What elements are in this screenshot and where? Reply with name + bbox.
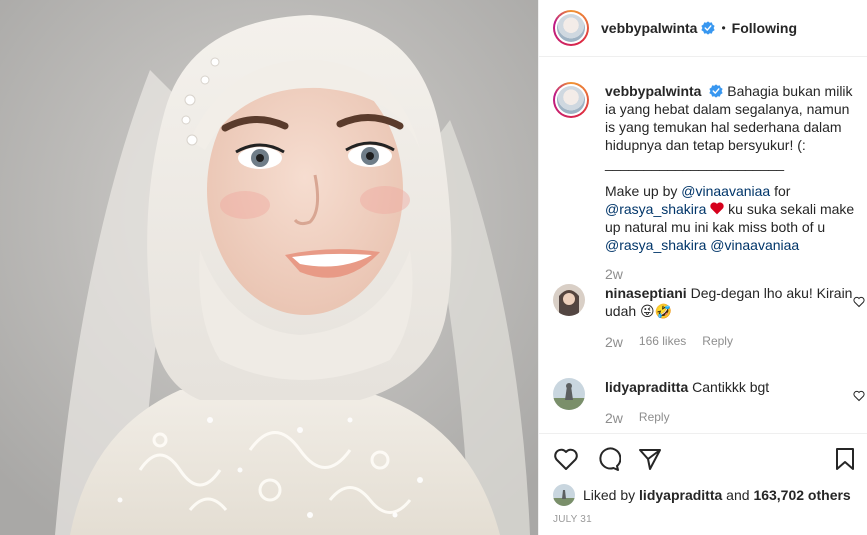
comment-meta: 2w 166 likes Reply (605, 334, 853, 350)
reply-button[interactable]: Reply (639, 410, 670, 426)
comment-username[interactable]: lidyapraditta (605, 379, 688, 395)
comment-item: lidyapraditta Cantikkk bgt 2w Reply (553, 378, 865, 426)
likes-text: Liked by lidyapraditta and 163,702 other… (583, 487, 851, 503)
verified-badge-icon (709, 84, 724, 98)
comment-body: ninaseptiani Deg-degan lho aku! Kirain u… (605, 284, 853, 320)
comment-text: Cantikkk bgt (692, 379, 770, 395)
likes-prefix: Liked by (583, 487, 640, 503)
mention-link[interactable]: @vinaavaniaa (710, 237, 799, 253)
post-photo[interactable] (0, 0, 538, 535)
comment-item: ninaseptiani Deg-degan lho aku! Kirain u… (553, 284, 865, 350)
caption-line-2: Make up by @vinaavaniaa for @rasya_shaki… (605, 182, 858, 254)
instagram-post: vebbypalwinta • Following vebbypalwinta (0, 0, 867, 535)
red-heart-emoji-icon (710, 202, 724, 215)
like-comment-heart-icon[interactable] (853, 296, 865, 308)
bookmark-icon[interactable] (832, 446, 858, 472)
post-actions: Liked by lidyapraditta and 163,702 other… (539, 433, 867, 535)
action-icons (553, 446, 663, 472)
post-side-panel: vebbypalwinta • Following vebbypalwinta (538, 0, 867, 535)
comment-timestamp[interactable]: 2w (605, 410, 623, 426)
caption-line2-mid: for (770, 183, 791, 199)
like-comment-heart-icon[interactable] (853, 390, 865, 402)
post-date[interactable]: JULY 31 (553, 514, 592, 525)
author-username[interactable]: vebbypalwinta (601, 20, 697, 36)
reply-button[interactable]: Reply (702, 334, 733, 350)
header-separator: • (721, 21, 726, 35)
liker-username[interactable]: lidyapraditta (639, 487, 722, 503)
comment-body: lidyapraditta Cantikkk bgt (605, 378, 853, 396)
comment-likes-count[interactable]: 166 likes (639, 334, 686, 350)
comment-icon[interactable] (595, 446, 621, 472)
comment-meta: 2w Reply (605, 410, 853, 426)
caption-text: vebbypalwinta Bahagia bukan milik ia yan… (605, 82, 858, 254)
heart-icon[interactable] (553, 446, 579, 472)
following-button[interactable]: Following (732, 20, 797, 36)
likes-summary: Liked by lidyapraditta and 163,702 other… (553, 484, 851, 506)
caption-username[interactable]: vebbypalwinta (605, 83, 701, 99)
mention-link[interactable]: @vinaavaniaa (681, 183, 770, 199)
post-header: vebbypalwinta • Following (539, 0, 867, 57)
verified-badge-icon (701, 21, 716, 35)
caption-divider: _______________________ (605, 155, 785, 171)
mention-link[interactable]: @rasya_shakira (605, 201, 706, 217)
comments-list[interactable]: vebbypalwinta Bahagia bukan milik ia yan… (539, 58, 867, 433)
comment-username[interactable]: ninaseptiani (605, 285, 687, 301)
caption-line2-pre: Make up by (605, 183, 682, 199)
likes-others[interactable]: 163,702 others (753, 487, 850, 503)
mention-link[interactable]: @rasya_shakira (605, 237, 706, 253)
caption: vebbypalwinta Bahagia bukan milik ia yan… (553, 82, 858, 282)
caption-timestamp[interactable]: 2w (605, 266, 858, 282)
commenter-avatar[interactable] (553, 378, 585, 410)
portrait-illustration (0, 0, 538, 535)
likes-middle: and (722, 487, 754, 503)
liker-avatar[interactable] (553, 484, 575, 506)
comment-timestamp[interactable]: 2w (605, 334, 623, 350)
share-icon[interactable] (637, 446, 663, 472)
commenter-avatar[interactable] (553, 284, 585, 316)
caption-avatar[interactable] (553, 82, 589, 118)
author-avatar[interactable] (553, 10, 589, 46)
